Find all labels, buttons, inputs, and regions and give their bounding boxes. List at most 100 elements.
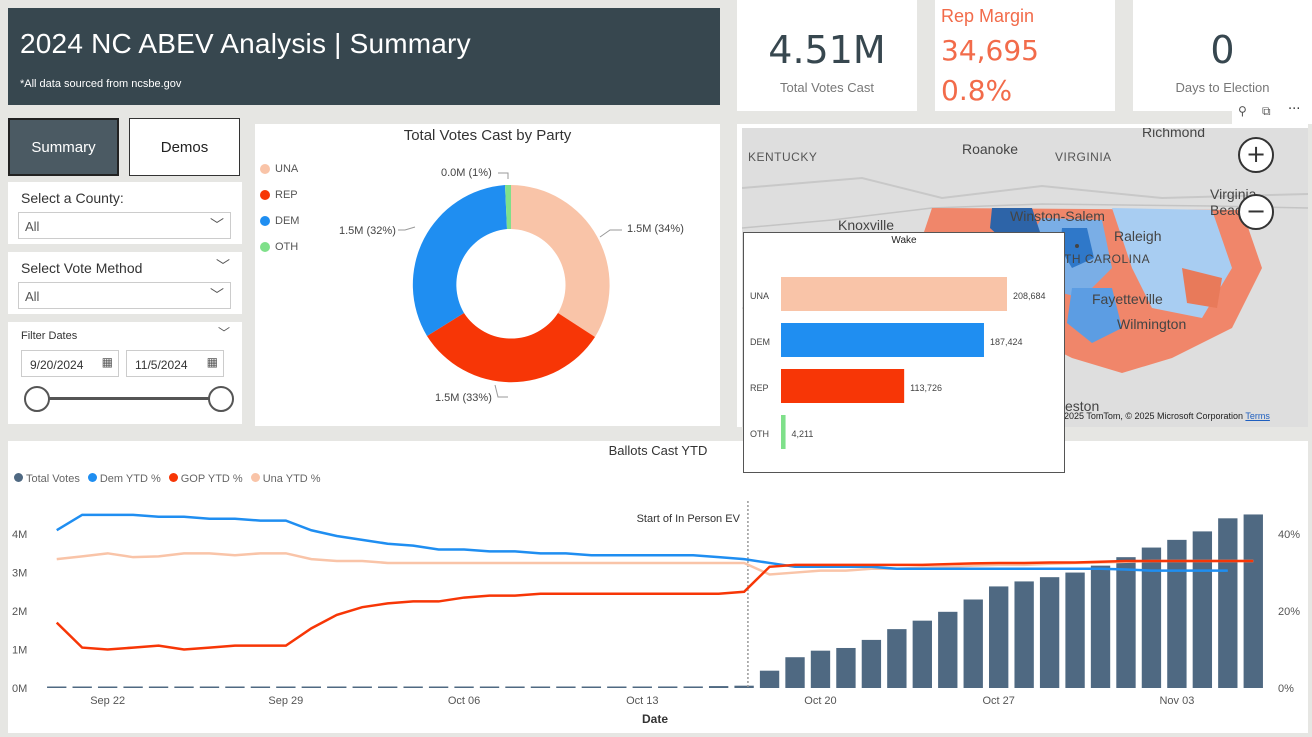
bar-total-votes[interactable] bbox=[632, 686, 652, 689]
bar-total-votes[interactable] bbox=[327, 686, 347, 689]
bar-total-votes[interactable] bbox=[658, 686, 678, 688]
map-label-kentucky: KENTUCKY bbox=[748, 150, 818, 164]
filter-icon[interactable]: ⚲ bbox=[1238, 104, 1247, 118]
y-right-tick: 0% bbox=[1278, 683, 1294, 695]
bar-total-votes[interactable] bbox=[454, 686, 474, 689]
collapse-chevron-icon[interactable]: ﹀ bbox=[216, 256, 230, 276]
bar-total-votes[interactable] bbox=[403, 686, 423, 689]
county-slicer-label: Select a County: bbox=[21, 190, 124, 206]
y-left-tick: 4M bbox=[12, 529, 27, 541]
bar-total-votes[interactable] bbox=[810, 650, 831, 688]
rep-margin-value: 34,695 bbox=[941, 34, 1039, 67]
kpi-rep-margin: Rep Margin 34,695 0.8% bbox=[935, 0, 1115, 111]
donut-label-oth: 0.0M (1%) bbox=[441, 167, 492, 179]
bar-total-votes[interactable] bbox=[963, 599, 983, 689]
start-date-value: 9/20/2024 bbox=[30, 358, 84, 372]
bar-total-votes[interactable] bbox=[123, 686, 143, 689]
bar-total-votes[interactable] bbox=[989, 586, 1009, 688]
data-source-note: *All data sourced from ncsbe.gov bbox=[20, 78, 182, 90]
tooltip-bar-label: OTH bbox=[750, 429, 769, 439]
bar-total-votes[interactable] bbox=[72, 686, 92, 689]
bar-total-votes[interactable] bbox=[759, 670, 780, 688]
ballots-chart-card: Ballots Cast YTD Total Votes Dem YTD % G… bbox=[8, 441, 1308, 733]
bar-total-votes[interactable] bbox=[734, 685, 754, 688]
x-axis-label: Date bbox=[642, 712, 668, 726]
map-label-raleigh: Raleigh bbox=[1114, 228, 1162, 244]
bar-total-votes[interactable] bbox=[97, 686, 118, 689]
focus-mode-icon[interactable]: ⧉ bbox=[1262, 104, 1271, 119]
end-date-input[interactable]: 11/5/2024 ▦ bbox=[126, 350, 224, 377]
vote-method-dropdown[interactable]: All ﹀ bbox=[18, 282, 231, 309]
y-right-tick: 20% bbox=[1278, 606, 1300, 618]
donut-slice-una[interactable] bbox=[511, 185, 610, 337]
leader-line bbox=[599, 229, 622, 238]
date-range-start-handle[interactable] bbox=[24, 386, 50, 412]
start-date-input[interactable]: 9/20/2024 ▦ bbox=[21, 350, 119, 377]
demos-button[interactable]: Demos bbox=[129, 118, 240, 176]
tooltip-bar-una bbox=[781, 277, 1007, 311]
bar-total-votes[interactable] bbox=[1243, 514, 1263, 688]
calendar-icon[interactable]: ▦ bbox=[102, 355, 113, 369]
bar-total-votes[interactable] bbox=[912, 620, 932, 688]
bar-total-votes[interactable] bbox=[607, 686, 627, 689]
bar-total-votes[interactable] bbox=[428, 686, 449, 689]
bar-total-votes[interactable] bbox=[479, 686, 500, 689]
ballots-chart-svg: 0M 1M 2M 3M 4M 0% 20% 40% Sep 22 Sep 29 Oct 06 Oct … bbox=[12, 501, 1300, 726]
leader-line bbox=[398, 226, 416, 231]
bar-total-votes[interactable] bbox=[505, 686, 525, 689]
calendar-icon[interactable]: ▦ bbox=[207, 355, 218, 369]
bar-total-votes[interactable] bbox=[352, 686, 372, 689]
summary-button[interactable]: Summary bbox=[8, 118, 119, 176]
map-label-roanoke: Roanoke bbox=[962, 141, 1019, 157]
x-tick: Oct 20 bbox=[804, 695, 836, 707]
bar-total-votes[interactable] bbox=[861, 639, 882, 688]
tooltip-bar-label: REP bbox=[750, 383, 769, 393]
bar-total-votes[interactable] bbox=[47, 686, 67, 689]
bar-total-votes[interactable] bbox=[1218, 518, 1238, 688]
bar-total-votes[interactable] bbox=[530, 686, 551, 689]
bar-total-votes[interactable] bbox=[683, 686, 703, 688]
bar-total-votes[interactable] bbox=[556, 686, 576, 689]
map-label-knoxville: Knoxville bbox=[838, 217, 895, 233]
rep-margin-label: Rep Margin bbox=[941, 6, 1035, 26]
bar-total-votes[interactable] bbox=[301, 686, 321, 689]
bar-total-votes[interactable] bbox=[250, 686, 271, 689]
zoom-in-button[interactable]: + bbox=[1238, 137, 1274, 173]
bar-total-votes[interactable] bbox=[378, 686, 398, 689]
bar-total-votes[interactable] bbox=[174, 686, 194, 689]
bar-total-votes[interactable] bbox=[1039, 577, 1060, 688]
bar-total-votes[interactable] bbox=[785, 657, 805, 688]
bar-total-votes[interactable] bbox=[836, 647, 856, 688]
terms-link[interactable]: Terms bbox=[1245, 411, 1270, 421]
bar-total-votes[interactable] bbox=[708, 686, 729, 688]
bar-total-votes[interactable] bbox=[225, 686, 245, 689]
chevron-down-icon[interactable]: ﹀ bbox=[218, 324, 230, 341]
bar-total-votes[interactable] bbox=[1090, 565, 1111, 688]
map-label-richmond: Richmond bbox=[1142, 128, 1206, 140]
county-dropdown-value: All bbox=[25, 219, 40, 234]
zoom-out-button[interactable]: − bbox=[1238, 194, 1274, 230]
vote-method-slicer: Select Vote Method ﹀ All ﹀ bbox=[8, 252, 242, 314]
county-dropdown[interactable]: All ﹀ bbox=[18, 212, 231, 239]
donut-slice-dem[interactable] bbox=[412, 185, 507, 336]
bar-total-votes[interactable] bbox=[1141, 547, 1162, 688]
bar-total-votes[interactable] bbox=[887, 629, 907, 688]
bar-total-votes[interactable] bbox=[581, 686, 602, 689]
map-attribution: 2025 TomTom, © 2025 Microsoft Corporatio… bbox=[1064, 411, 1270, 421]
tooltip-bar-value: 187,424 bbox=[990, 337, 1023, 347]
more-options-icon[interactable]: ··· bbox=[1288, 102, 1300, 117]
donut-slice-rep[interactable] bbox=[427, 313, 595, 383]
line-una-ytd[interactable] bbox=[56, 552, 1254, 576]
bar-total-votes[interactable] bbox=[938, 611, 958, 688]
bar-total-votes[interactable] bbox=[1116, 557, 1136, 688]
date-range-end-handle[interactable] bbox=[208, 386, 234, 412]
tooltip-bar-oth bbox=[781, 415, 786, 449]
bar-total-votes[interactable] bbox=[199, 686, 220, 689]
bar-total-votes[interactable] bbox=[1065, 572, 1085, 688]
tooltip-bar-value: 4,211 bbox=[792, 429, 814, 439]
bar-total-votes[interactable] bbox=[1192, 531, 1213, 688]
bar-total-votes[interactable] bbox=[1014, 581, 1034, 688]
bar-total-votes[interactable] bbox=[148, 686, 169, 689]
donut-label-una: 1.5M (34%) bbox=[627, 223, 684, 235]
bar-total-votes[interactable] bbox=[276, 686, 296, 689]
